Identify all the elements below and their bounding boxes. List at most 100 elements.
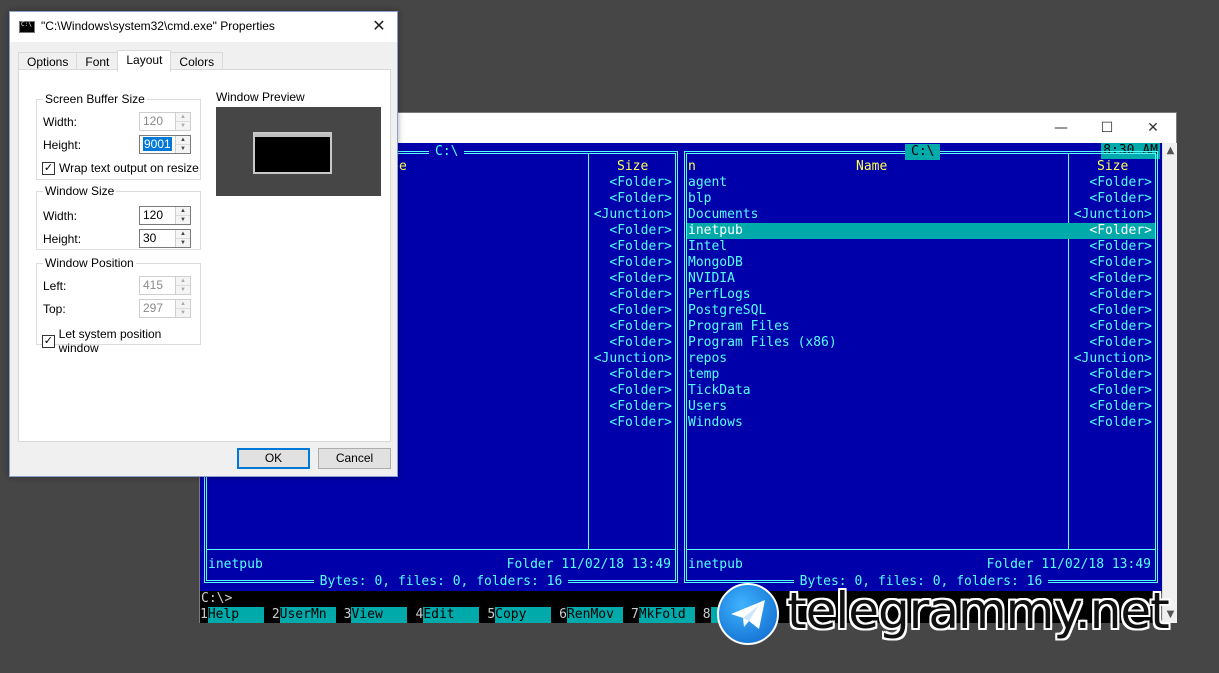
let-system-position-checkbox[interactable]: ✓ Let system position window: [42, 327, 200, 355]
item-size: <Folder>: [609, 223, 672, 238]
buffer-width-label: Width:: [43, 115, 78, 129]
buffer-height-spinner[interactable]: ▲ ▼: [175, 136, 190, 153]
item-size: <Folder>: [1089, 239, 1152, 254]
position-top-label: Top:: [43, 302, 66, 316]
item-size: <Folder>: [609, 287, 672, 302]
list-item[interactable]: agent <Folder>: [687, 175, 1155, 191]
position-top-field[interactable]: 297 ▲ ▼: [139, 299, 191, 318]
maximize-button[interactable]: ☐: [1084, 117, 1130, 139]
list-item[interactable]: Program Files <Folder>: [687, 319, 1155, 335]
item-size: <Folder>: [609, 255, 672, 270]
cmd-icon: [19, 21, 35, 33]
ok-button[interactable]: OK: [237, 448, 310, 469]
function-key-6[interactable]: 6 RenMov: [559, 607, 623, 623]
spin-down-icon[interactable]: ▼: [176, 215, 190, 223]
function-key-1[interactable]: 1 Help: [200, 607, 264, 623]
position-top-spinner[interactable]: ▲ ▼: [175, 300, 190, 317]
window-width-field[interactable]: 120 ▲ ▼: [139, 206, 191, 225]
cancel-button[interactable]: Cancel: [318, 448, 391, 469]
info-separator: [207, 549, 675, 550]
spin-up-icon[interactable]: ▲: [176, 277, 190, 285]
list-item[interactable]: Documents <Junction>: [687, 207, 1155, 223]
properties-dialog: "C:\Windows\system32\cmd.exe" Properties…: [9, 11, 398, 477]
close-icon: ✕: [1147, 120, 1159, 136]
tab-strip: Options Font Layout Colors: [18, 50, 224, 72]
buffer-height-value: 9001: [143, 137, 172, 151]
right-size-header: Size: [1097, 159, 1129, 174]
spin-up-icon[interactable]: ▲: [176, 136, 190, 144]
function-key-4[interactable]: 4 Edit: [415, 607, 480, 623]
close-button[interactable]: ✕: [1130, 117, 1176, 139]
right-panel-path: C:\: [905, 144, 941, 160]
spin-down-icon[interactable]: ▼: [176, 121, 190, 129]
right-file-panel[interactable]: C:\ n Name Size agent <Folder> blp <Folder>…: [684, 144, 1158, 589]
left-bytes-line: Bytes: 0, files: 0, folders: 16: [207, 574, 675, 590]
spin-down-icon[interactable]: ▼: [176, 285, 190, 293]
spin-up-icon[interactable]: ▲: [176, 230, 190, 238]
list-item[interactable]: Program Files (x86) <Folder>: [687, 335, 1155, 351]
list-item[interactable]: blp <Folder>: [687, 191, 1155, 207]
buffer-width-field[interactable]: 120 ▲ ▼: [139, 112, 191, 131]
position-left-label: Left:: [43, 279, 67, 293]
window-height-field[interactable]: 30 ▲ ▼: [139, 229, 191, 248]
buffer-height-field[interactable]: 9001 ▲ ▼: [139, 135, 191, 154]
maximize-icon: ☐: [1100, 120, 1114, 136]
item-size: <Folder>: [609, 335, 672, 350]
function-key-7[interactable]: 7 MkFold: [631, 607, 695, 623]
spin-up-icon[interactable]: ▲: [176, 300, 190, 308]
item-size: <Folder>: [1089, 399, 1152, 414]
list-item[interactable]: inetpub <Folder>: [687, 223, 1155, 239]
position-left-field[interactable]: 415 ▲ ▼: [139, 276, 191, 295]
item-name: PerfLogs: [688, 287, 751, 302]
vertical-scrollbar[interactable]: ▲ ▼: [1162, 143, 1177, 623]
list-item[interactable]: NVIDIA <Folder>: [687, 271, 1155, 287]
window-height-spinner[interactable]: ▲ ▼: [175, 230, 190, 247]
key-label: Edit: [423, 607, 480, 623]
list-item[interactable]: PerfLogs <Folder>: [687, 287, 1155, 303]
spin-down-icon[interactable]: ▼: [176, 238, 190, 246]
list-item[interactable]: MongoDB <Folder>: [687, 255, 1155, 271]
item-name: Documents: [688, 207, 759, 222]
right-info-meta: Folder 11/02/18 13:49: [986, 557, 1151, 572]
scroll-up-icon[interactable]: ▲: [1163, 143, 1178, 159]
wrap-text-label: Wrap text output on resize: [59, 161, 199, 175]
spin-up-icon[interactable]: ▲: [176, 113, 190, 121]
item-name: repos: [688, 351, 728, 366]
key-label: MkFold: [638, 607, 695, 623]
let-system-position-label: Let system position window: [58, 327, 162, 355]
window-width-value: 120: [143, 208, 164, 222]
key-label: Copy: [495, 607, 552, 623]
function-key-3[interactable]: 3 View: [344, 607, 408, 623]
window-width-spinner[interactable]: ▲ ▼: [175, 207, 190, 224]
key-number: 6: [559, 607, 567, 622]
list-item[interactable]: temp <Folder>: [687, 367, 1155, 383]
item-size: <Folder>: [609, 319, 672, 334]
function-key-2[interactable]: 2 UserMn: [272, 607, 336, 623]
checkmark-icon: ✓: [42, 161, 55, 175]
dialog-close-button[interactable]: ✕: [367, 16, 391, 38]
item-name: blp: [688, 191, 712, 206]
function-key-5[interactable]: 5 Copy: [487, 607, 552, 623]
window-size-title: Window Size: [43, 184, 117, 198]
buffer-width-value: 120: [143, 114, 164, 128]
list-item[interactable]: Windows <Folder>: [687, 415, 1155, 431]
list-item[interactable]: repos <Junction>: [687, 351, 1155, 367]
wrap-text-checkbox[interactable]: ✓ Wrap text output on resize: [42, 161, 199, 175]
list-item[interactable]: Users <Folder>: [687, 399, 1155, 415]
info-separator: [687, 549, 1155, 550]
window-height-label: Height:: [43, 232, 82, 246]
spin-up-icon[interactable]: ▲: [176, 207, 190, 215]
list-item[interactable]: TickData <Folder>: [687, 383, 1155, 399]
spin-down-icon[interactable]: ▼: [176, 144, 190, 152]
position-top-value: 297: [143, 301, 164, 315]
spin-down-icon[interactable]: ▼: [176, 308, 190, 316]
list-item[interactable]: Intel <Folder>: [687, 239, 1155, 255]
position-left-spinner[interactable]: ▲ ▼: [175, 277, 190, 294]
list-item[interactable]: PostgreSQL <Folder>: [687, 303, 1155, 319]
tab-layout[interactable]: Layout: [117, 50, 172, 72]
item-size: <Folder>: [1089, 335, 1152, 350]
minimize-button[interactable]: —: [1038, 117, 1084, 139]
item-size: <Folder>: [609, 383, 672, 398]
buffer-width-spinner[interactable]: ▲ ▼: [175, 113, 190, 130]
item-name: Program Files (x86): [688, 335, 837, 350]
